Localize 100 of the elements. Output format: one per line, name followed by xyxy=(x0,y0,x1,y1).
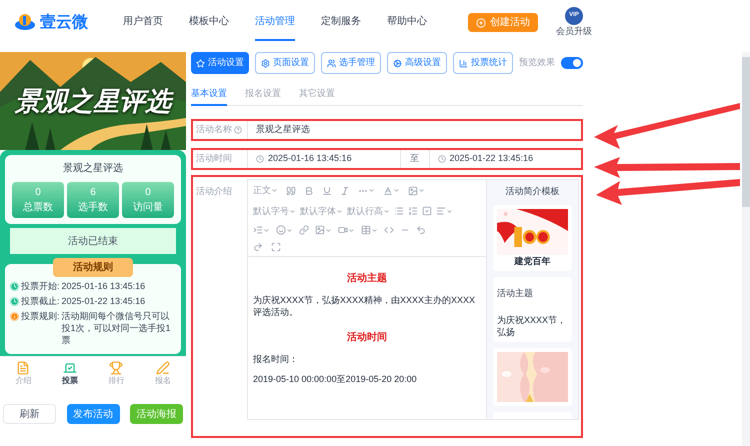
bullet-list-icon[interactable] xyxy=(394,206,404,216)
rule-label: 投票开始: xyxy=(21,280,60,292)
emoji-icon[interactable] xyxy=(276,225,286,235)
nav-tab[interactable]: 模板中心 xyxy=(176,0,242,45)
scrollbar-thumb[interactable] xyxy=(742,57,750,207)
bottom-nav-item[interactable]: 排行 xyxy=(93,357,140,390)
gear-icon xyxy=(261,58,270,68)
caret-icon[interactable] xyxy=(371,226,378,234)
code-icon[interactable] xyxy=(384,225,394,235)
logo-icon xyxy=(14,12,36,32)
caret-icon xyxy=(271,187,278,194)
document-icon xyxy=(16,360,30,374)
rule-value: 2025-01-16 13:45:16 xyxy=(62,280,146,292)
checkbox-icon[interactable] xyxy=(422,206,432,216)
link-icon[interactable] xyxy=(299,225,309,235)
caret-icon xyxy=(383,208,390,215)
create-button[interactable]: 创建活动 xyxy=(468,13,538,32)
stat-value: 0 xyxy=(35,186,41,200)
toolbar-dropdown[interactable]: 默认字体 xyxy=(300,204,343,218)
quote-icon[interactable] xyxy=(286,186,296,196)
template-heading: 活动主题 xyxy=(497,286,534,300)
stat-label: 访问量 xyxy=(133,200,163,215)
preview-label: 预览效果 xyxy=(519,56,555,70)
start-time-field[interactable]: 2025-01-16 13:45:16 xyxy=(247,150,400,168)
nav-tab[interactable]: 定制服务 xyxy=(308,0,374,45)
italic-icon[interactable] xyxy=(340,186,350,196)
stat-label: 总票数 xyxy=(23,200,53,215)
bottom-nav-item[interactable]: 投票 xyxy=(46,357,93,390)
rule-label: 投票规则: xyxy=(21,310,60,322)
template-card[interactable]: 建党百年 xyxy=(493,204,572,270)
settings-tab[interactable]: 选手管理 xyxy=(321,52,381,74)
settings-tab[interactable]: 页面设置 xyxy=(255,52,315,74)
caret-icon[interactable] xyxy=(446,208,453,215)
field-label: 活动时间 xyxy=(195,152,233,166)
clock-icon xyxy=(10,297,19,306)
template-card[interactable] xyxy=(493,348,572,406)
rule-label: 投票截止: xyxy=(21,295,60,307)
sub-tab[interactable]: 其它设置 xyxy=(299,84,335,106)
template-card[interactable]: 活动主题 为庆祝XXXX节，弘扬 xyxy=(493,276,572,342)
toolbar-dropdown[interactable]: 正文 xyxy=(253,184,278,198)
toggle-switch[interactable] xyxy=(561,57,583,69)
caret-icon[interactable] xyxy=(325,226,332,234)
redo-icon[interactable] xyxy=(253,242,263,252)
content-paragraph: 报名时间： xyxy=(253,353,299,365)
sub-tab[interactable]: 基本设置 xyxy=(191,84,227,106)
table-icon[interactable] xyxy=(361,225,371,235)
rule-value: 2025-01-22 13:45:16 xyxy=(62,295,146,307)
fullscreen-icon[interactable] xyxy=(271,242,281,252)
nav-tab[interactable]: 帮助中心 xyxy=(374,0,440,45)
toolbar-dropdown[interactable]: 默认行高 xyxy=(347,204,390,218)
settings-tab[interactable]: 投票统计 xyxy=(453,52,513,74)
stat-value: 0 xyxy=(145,186,151,200)
clock-icon xyxy=(438,155,446,163)
indent-icon[interactable] xyxy=(253,225,263,235)
star-icon xyxy=(196,58,205,68)
status-text: 活动已结束 xyxy=(68,234,118,248)
help-icon[interactable] xyxy=(234,126,242,134)
sub-tab[interactable]: 报名设置 xyxy=(245,84,281,106)
background-color-icon[interactable] xyxy=(408,186,418,196)
caret-icon[interactable] xyxy=(368,187,375,194)
caret-icon[interactable] xyxy=(393,187,400,194)
caret-icon[interactable] xyxy=(418,187,425,194)
align-icon[interactable] xyxy=(436,206,446,216)
name-field[interactable]: 景观之星评选 xyxy=(247,121,581,139)
plus-icon xyxy=(476,18,486,28)
nav-tab[interactable]: 用户首页 xyxy=(110,0,176,45)
video-icon[interactable] xyxy=(338,225,348,235)
content-heading: 活动主题 xyxy=(346,271,388,286)
numbered-list-icon[interactable] xyxy=(408,206,418,216)
gear-icon xyxy=(393,58,402,68)
stat-label: 选手数 xyxy=(78,200,108,215)
template-panel-title: 活动简介模板 xyxy=(506,185,560,198)
action-button[interactable]: 发布活动 xyxy=(66,404,120,424)
action-button[interactable]: 活动海报 xyxy=(130,404,183,424)
caret-icon[interactable] xyxy=(348,226,355,234)
nav-tab[interactable]: 活动管理 xyxy=(242,0,308,45)
users-icon xyxy=(327,58,336,68)
undo-icon[interactable] xyxy=(416,225,426,235)
image-icon[interactable] xyxy=(315,225,325,235)
content-paragraph: 2019-05-10 00:00:00至2019-05-20 20:00 xyxy=(253,373,418,385)
content-paragraph: 为庆祝XXXX节，弘扬XXXX精神，由XXXX主办的XXXX评选活动。 xyxy=(253,294,476,318)
caret-icon[interactable] xyxy=(286,226,293,234)
bottom-nav-item[interactable]: 介绍 xyxy=(0,357,46,390)
pen-icon xyxy=(156,360,170,374)
field-label: 活动名称 xyxy=(196,123,232,136)
bar-chart-icon xyxy=(459,58,468,68)
end-time-field[interactable]: 2025-01-22 13:45:16 xyxy=(428,150,581,168)
settings-tab[interactable]: 高级设置 xyxy=(387,52,447,74)
field-label: 活动介绍 xyxy=(195,185,233,198)
vip-label[interactable]: 会员升级 xyxy=(556,24,592,38)
toolbar-dropdown[interactable]: 默认字号 xyxy=(253,204,296,218)
settings-tab[interactable]: 活动设置 xyxy=(191,52,249,74)
bold-icon[interactable] xyxy=(304,186,314,196)
caret-icon xyxy=(289,208,296,215)
font-color-icon[interactable] xyxy=(383,186,393,196)
clock-icon xyxy=(256,155,264,163)
underline-icon[interactable] xyxy=(322,186,332,196)
bottom-nav-item[interactable]: 报名 xyxy=(140,357,186,390)
caret-icon[interactable] xyxy=(263,226,270,234)
action-button[interactable]: 刷新 xyxy=(3,404,56,424)
